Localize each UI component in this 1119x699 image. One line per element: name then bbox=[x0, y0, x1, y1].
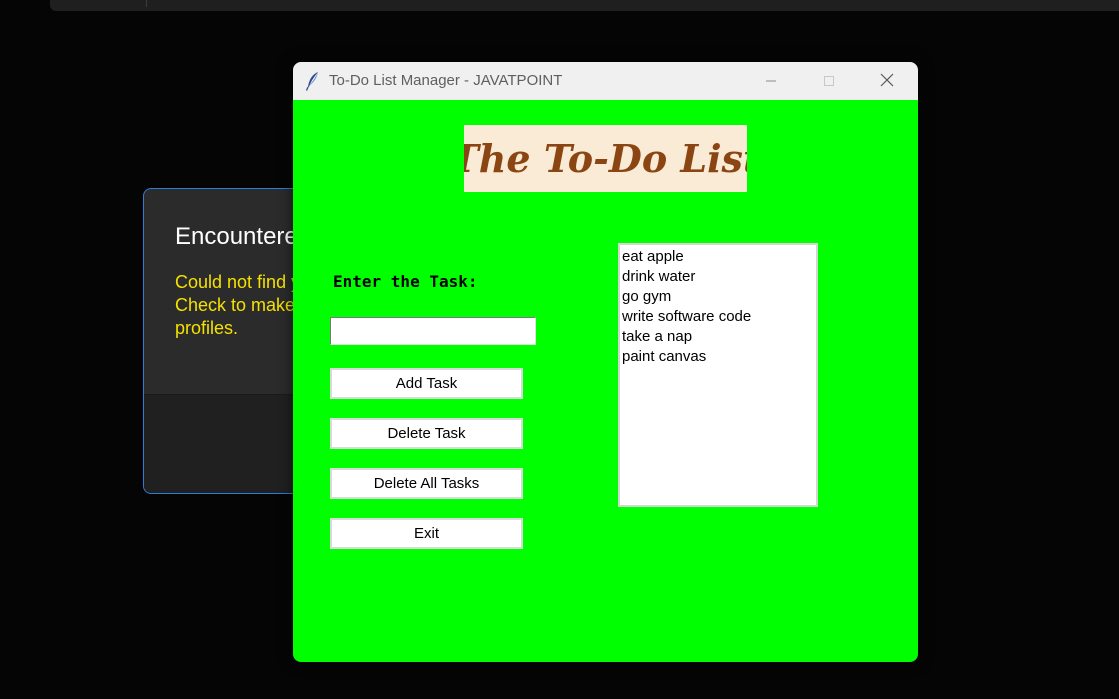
task-listbox[interactable]: eat apple drink water go gym write softw… bbox=[618, 243, 818, 507]
todo-window: To-Do List Manager - JAVATPOINT The To-D… bbox=[293, 62, 918, 662]
error-dialog-message: Could not find y Check to make profiles. bbox=[175, 271, 300, 340]
list-item[interactable]: paint canvas bbox=[621, 347, 816, 367]
delete-task-button[interactable]: Delete Task bbox=[330, 418, 523, 449]
error-message-line: Check to make bbox=[175, 295, 296, 315]
background-app-topbar bbox=[50, 0, 1119, 11]
minimize-button[interactable] bbox=[742, 62, 800, 100]
list-item[interactable]: take a nap bbox=[621, 327, 816, 347]
error-dialog-title: Encountere bbox=[175, 223, 298, 250]
list-item[interactable]: eat apple bbox=[621, 247, 816, 267]
banner-title: The To-Do List bbox=[464, 136, 747, 181]
task-label: Enter the Task: bbox=[333, 272, 478, 291]
title-banner: The To-Do List bbox=[464, 125, 747, 192]
delete-all-tasks-button[interactable]: Delete All Tasks bbox=[330, 468, 523, 499]
add-task-button[interactable]: Add Task bbox=[330, 368, 523, 399]
maximize-icon bbox=[823, 72, 835, 91]
error-message-line: Could not find y bbox=[175, 272, 301, 292]
app-content: The To-Do List Enter the Task: Add Task … bbox=[293, 100, 918, 662]
window-titlebar[interactable]: To-Do List Manager - JAVATPOINT bbox=[293, 62, 918, 100]
list-item[interactable]: go gym bbox=[621, 287, 816, 307]
close-button[interactable] bbox=[858, 62, 916, 100]
list-item[interactable]: write software code bbox=[621, 307, 816, 327]
window-title: To-Do List Manager - JAVATPOINT bbox=[329, 72, 563, 89]
task-input[interactable] bbox=[330, 317, 536, 345]
minimize-icon bbox=[765, 72, 777, 91]
maximize-button[interactable] bbox=[800, 62, 858, 100]
topbar-divider bbox=[146, 0, 147, 7]
list-item[interactable]: drink water bbox=[621, 267, 816, 287]
error-message-line: profiles. bbox=[175, 318, 239, 338]
tk-feather-icon bbox=[305, 71, 321, 91]
exit-button[interactable]: Exit bbox=[330, 518, 523, 549]
close-icon bbox=[880, 72, 894, 91]
